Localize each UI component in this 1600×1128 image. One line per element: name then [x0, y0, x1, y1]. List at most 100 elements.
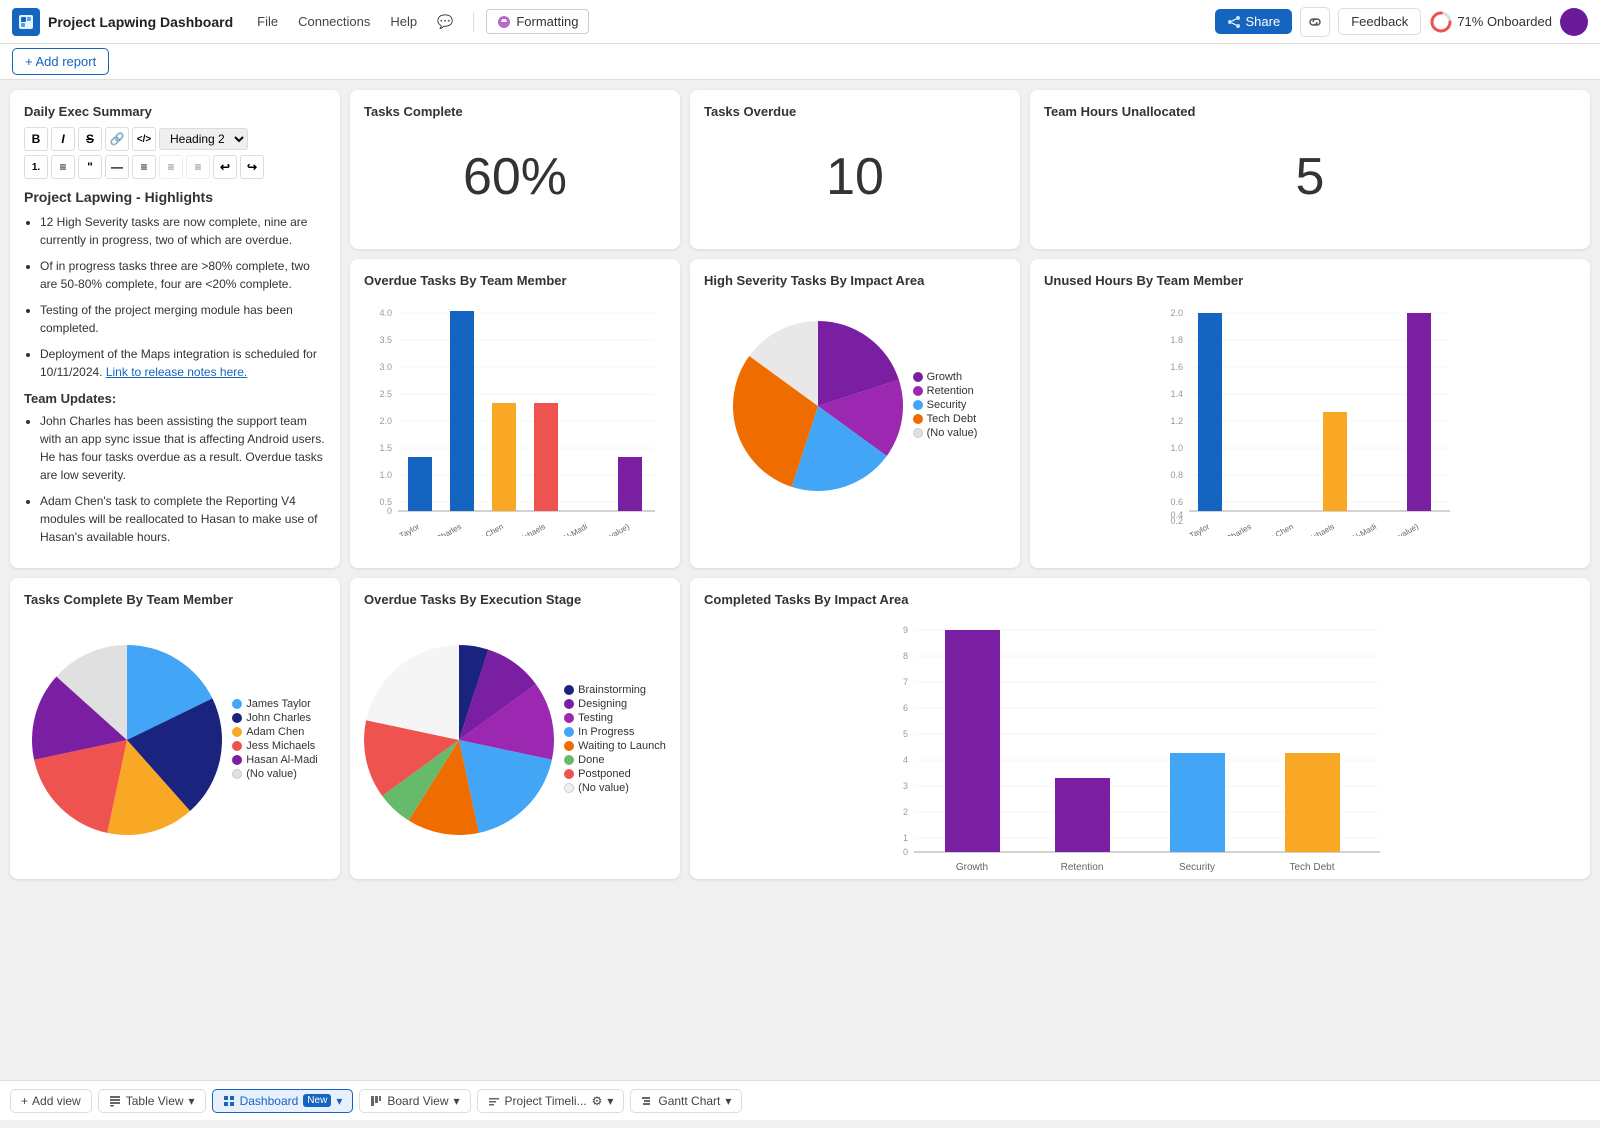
svg-text:8: 8 [903, 651, 908, 661]
svg-text:Tech Debt: Tech Debt [1289, 862, 1334, 873]
tasks-overdue-value: 10 [704, 127, 1006, 227]
tasks-complete-member-pie [32, 645, 222, 835]
tab-dashboard[interactable]: Dashboard New ▾ [212, 1089, 354, 1113]
formatting-button[interactable]: Formatting [486, 9, 589, 34]
redo-button[interactable]: ↪ [240, 155, 264, 179]
svg-text:3.5: 3.5 [379, 335, 392, 345]
strikethrough-button[interactable]: S [78, 127, 102, 151]
svg-text:1.6: 1.6 [1170, 362, 1183, 372]
highlight-item-4: Deployment of the Maps integration is sc… [40, 345, 326, 381]
svg-text:John Charles: John Charles [1208, 522, 1253, 536]
high-severity-pie [733, 321, 903, 491]
release-notes-link[interactable]: Link to release notes here. [106, 365, 247, 379]
add-view-button[interactable]: + Add view [10, 1089, 92, 1113]
share-label: Share [1246, 14, 1281, 29]
svg-text:2.0: 2.0 [379, 416, 392, 426]
share-icon [1227, 15, 1241, 29]
bar-jess [534, 403, 558, 511]
undo-button[interactable]: ↩ [213, 155, 237, 179]
svg-text:9: 9 [903, 625, 908, 635]
editor-toolbar: B I S 🔗 </> Heading 2 Heading 1 Heading … [24, 127, 326, 179]
overdue-by-member-chart: 4.0 3.5 3.0 2.5 2.0 1.5 1.0 0.5 0 [364, 296, 666, 546]
align-center-button[interactable]: ≡ [159, 155, 183, 179]
team-hours-value: 5 [1044, 127, 1576, 227]
bold-button[interactable]: B [24, 127, 48, 151]
unordered-list-button[interactable]: ≡ [51, 155, 75, 179]
svg-text:Hasan Al-Madi: Hasan Al-Madi [539, 522, 589, 536]
svg-text:Hasan Al-Madi: Hasan Al-Madi [1328, 522, 1378, 536]
svg-text:(No value): (No value) [595, 522, 632, 536]
overdue-by-member-card: Overdue Tasks By Team Member 4.0 3.5 3.0… [350, 259, 680, 568]
bar-novalue [618, 457, 642, 511]
tab-dashboard-label: Dashboard [240, 1094, 299, 1108]
high-severity-card: High Severity Tasks By Impact Area Growt… [690, 259, 1020, 568]
tab-gantt-arrow: ▾ [725, 1094, 731, 1108]
share-button[interactable]: Share [1215, 9, 1293, 34]
tab-gantt-label: Gantt Chart [658, 1094, 720, 1108]
unused-hours-card: Unused Hours By Team Member 2.0 1.8 1.6 … [1030, 259, 1590, 568]
table-icon [109, 1095, 121, 1107]
svg-text:2.0: 2.0 [1170, 308, 1183, 318]
svg-text:6: 6 [903, 703, 908, 713]
exec-summary-card: Daily Exec Summary B I S 🔗 </> Heading 2… [10, 90, 340, 568]
highlight-item-1: 12 High Severity tasks are now complete,… [40, 213, 326, 249]
editor-row2: 1. ≡ " — ≡ ≡ ≡ ↩ ↪ [24, 155, 326, 179]
svg-text:1.4: 1.4 [1170, 389, 1183, 399]
svg-text:Retention: Retention [1061, 862, 1104, 873]
dashboard-icon [223, 1095, 235, 1107]
align-left-button[interactable]: ≡ [132, 155, 156, 179]
quote-button[interactable]: " [78, 155, 102, 179]
feedback-button[interactable]: Feedback [1338, 8, 1421, 35]
svg-text:Adam Chen: Adam Chen [1254, 522, 1295, 536]
svg-text:1.0: 1.0 [379, 470, 392, 480]
highlights-list: 12 High Severity tasks are now complete,… [24, 213, 326, 381]
svg-text:7: 7 [903, 677, 908, 687]
svg-text:Security: Security [1179, 862, 1215, 873]
italic-button[interactable]: I [51, 127, 75, 151]
formatting-label: Formatting [516, 14, 578, 29]
svg-text:Growth: Growth [956, 862, 988, 873]
link-button[interactable] [1300, 7, 1330, 37]
code-button[interactable]: </> [132, 127, 156, 151]
user-avatar[interactable] [1560, 8, 1588, 36]
overdue-by-stage-title: Overdue Tasks By Execution Stage [364, 592, 666, 607]
menu-help[interactable]: Help [382, 10, 425, 34]
overdue-stage-legend: Brainstorming Designing Testing In Progr… [564, 684, 666, 796]
tab-gantt[interactable]: Gantt Chart ▾ [630, 1089, 742, 1113]
divider-button[interactable]: — [105, 155, 129, 179]
tab-table-label: Table View [126, 1094, 184, 1108]
dashboard-badge: New [303, 1094, 331, 1107]
tasks-complete-member-title: Tasks Complete By Team Member [24, 592, 326, 607]
heading-select[interactable]: Heading 2 Heading 1 Heading 3 Normal [159, 128, 248, 150]
tab-table-view[interactable]: Table View ▾ [98, 1089, 206, 1113]
menu-comment-icon[interactable]: 💬 [429, 10, 461, 34]
bar-adam [492, 403, 516, 511]
tab-timeline-arrow: ▾ [607, 1094, 613, 1108]
align-right-button[interactable]: ≡ [186, 155, 210, 179]
menu-file[interactable]: File [249, 10, 286, 34]
high-severity-legend: Growth Retention Security Tech Debt (No … [913, 371, 978, 441]
tab-timeline-settings[interactable]: ⚙ [592, 1094, 603, 1108]
gantt-icon [641, 1095, 653, 1107]
bar-james [408, 457, 432, 511]
timeline-icon [488, 1095, 500, 1107]
svg-text:1.2: 1.2 [1170, 416, 1183, 426]
completed-by-impact-card: Completed Tasks By Impact Area 9 8 7 6 5… [690, 578, 1590, 879]
separator [473, 12, 474, 32]
team-updates-list: John Charles has been assisting the supp… [24, 412, 326, 546]
onboarded-badge: 71% Onboarded [1429, 10, 1552, 34]
dashboard: Daily Exec Summary B I S 🔗 </> Heading 2… [0, 80, 1600, 1080]
add-report-button[interactable]: + Add report [12, 48, 109, 75]
tab-timeline[interactable]: Project Timeli... ⚙ ▾ [477, 1089, 625, 1113]
link-icon [1308, 15, 1322, 29]
menu-connections[interactable]: Connections [290, 10, 378, 34]
tasks-complete-member-card: Tasks Complete By Team Member [10, 578, 340, 879]
progress-ring [1429, 10, 1453, 34]
tab-board-view[interactable]: Board View ▾ [359, 1089, 470, 1113]
link-format-button[interactable]: 🔗 [105, 127, 129, 151]
dashboard-row1: Daily Exec Summary B I S 🔗 </> Heading 2… [10, 90, 1590, 568]
highlights-title: Project Lapwing - Highlights [24, 189, 326, 205]
completed-by-impact-title: Completed Tasks By Impact Area [704, 592, 1576, 607]
svg-text:5: 5 [903, 729, 908, 739]
ordered-list-button[interactable]: 1. [24, 155, 48, 179]
